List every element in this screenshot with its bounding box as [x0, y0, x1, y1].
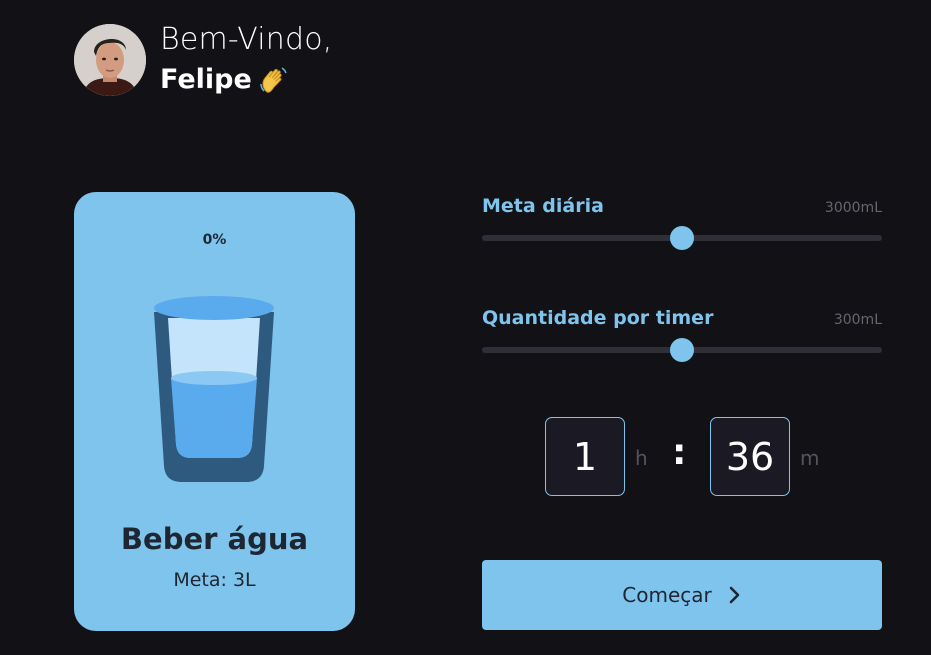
app-screen: Bem-Vindo, Felipe 0% Beber água Meta: 3L…: [0, 0, 931, 655]
start-button-label: Começar: [622, 583, 712, 607]
greeting-text: Bem-Vindo,: [160, 22, 333, 57]
card-title: Beber água: [120, 522, 309, 556]
daily-goal-setting: Meta diária 3000mL: [482, 195, 882, 250]
minutes-unit: m: [800, 446, 820, 470]
daily-goal-slider-thumb[interactable]: [670, 226, 694, 250]
greeting: Bem-Vindo, Felipe: [160, 22, 333, 98]
avatar[interactable]: [74, 24, 146, 96]
time-separator: :: [672, 432, 687, 473]
goal-text: Meta: 3L: [173, 569, 256, 591]
amount-per-timer-slider-thumb[interactable]: [670, 338, 694, 362]
avatar-image: [74, 24, 146, 96]
hours-input[interactable]: 1: [545, 417, 625, 496]
water-glass-icon: [152, 294, 276, 486]
daily-goal-value: 3000mL: [824, 200, 882, 216]
user-name: Felipe: [160, 64, 252, 95]
waving-hand-icon: [258, 64, 290, 96]
progress-percent: 0%: [202, 232, 227, 248]
daily-goal-label: Meta diária: [482, 195, 604, 217]
chevron-right-icon: [728, 585, 742, 605]
start-button[interactable]: Começar: [482, 560, 882, 630]
minutes-input[interactable]: 36: [710, 417, 790, 496]
hours-unit: h: [635, 446, 648, 470]
user-name-row: Felipe: [160, 62, 333, 98]
daily-goal-slider[interactable]: [482, 226, 882, 250]
amount-per-timer-slider[interactable]: [482, 338, 882, 362]
amount-per-timer-label: Quantidade por timer: [482, 307, 714, 329]
amount-per-timer-setting: Quantidade por timer 300mL: [482, 307, 882, 362]
water-card: 0% Beber água Meta: 3L: [74, 192, 355, 631]
amount-per-timer-value: 300mL: [833, 312, 882, 328]
